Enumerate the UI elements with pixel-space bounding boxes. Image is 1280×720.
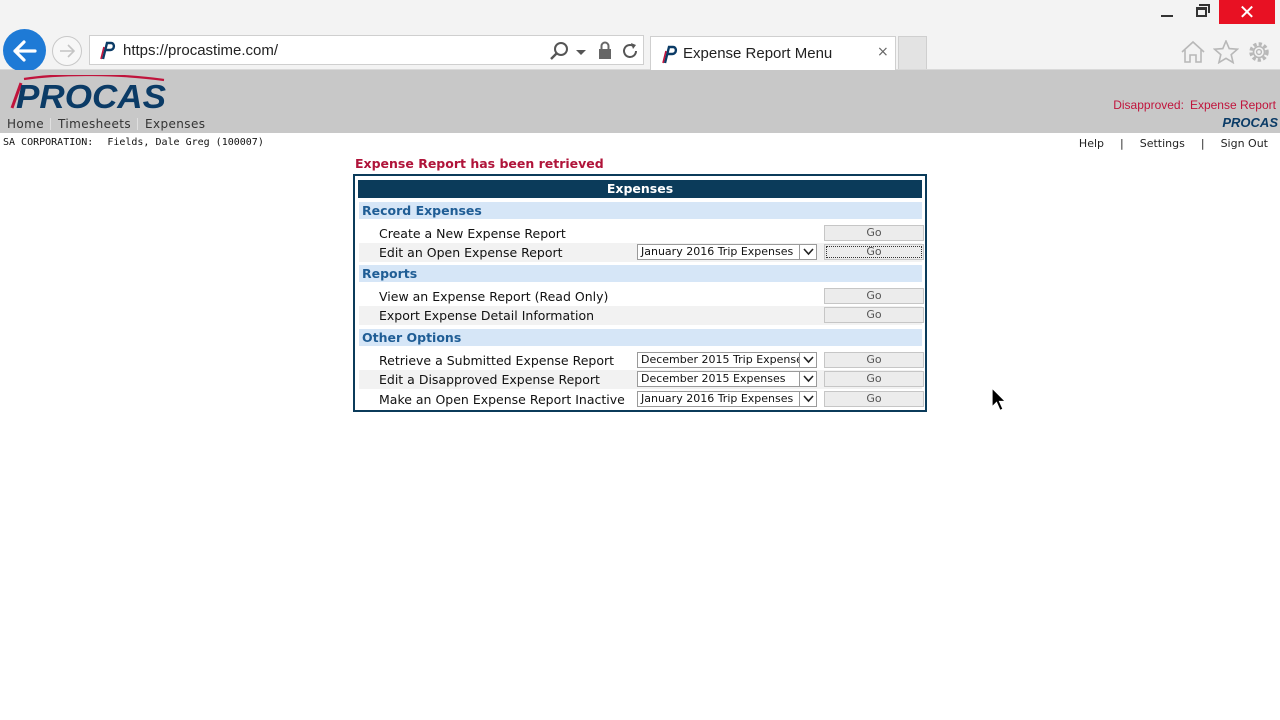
procas-logo-image: PROCAS: [10, 73, 166, 115]
open-report-select[interactable]: January 2016 Trip Expenses: [637, 244, 817, 260]
maximize-button[interactable]: [1185, 0, 1219, 26]
gear-icon: [1249, 42, 1269, 62]
option-row-make-inactive: Make an Open Expense Report Inactive Jan…: [359, 390, 924, 409]
home-button[interactable]: [1179, 38, 1207, 66]
option-label: Edit a Disapproved Expense Report: [379, 372, 600, 387]
top-links: Help | Settings | Sign Out: [1079, 137, 1268, 150]
main-menu: Home Timesheets Expenses: [0, 114, 211, 133]
option-row-create-report: Create a New Expense Report Go: [359, 224, 924, 243]
select-value: January 2016 Trip Expenses: [641, 245, 794, 258]
option-row-edit-open-report: Edit an Open Expense Report January 2016…: [359, 243, 924, 262]
window-close-button[interactable]: ✕: [1219, 0, 1275, 24]
go-button-create-report[interactable]: Go: [824, 225, 924, 241]
option-label: Make an Open Expense Report Inactive: [379, 392, 625, 407]
section-record-expenses: Record Expenses: [359, 202, 922, 219]
settings-link[interactable]: Settings: [1140, 137, 1185, 150]
url-text[interactable]: https://procastime.com/: [123, 42, 278, 59]
forward-button[interactable]: [52, 36, 82, 66]
star-icon: [1213, 40, 1239, 64]
go-button-edit-disapproved[interactable]: Go: [824, 371, 924, 387]
lock-icon[interactable]: [597, 41, 613, 61]
menu-item-expenses[interactable]: Expenses: [138, 117, 211, 131]
status-value: Expense Report: [1189, 98, 1276, 112]
home-icon: [1181, 40, 1205, 63]
menu-item-timesheets[interactable]: Timesheets: [51, 117, 137, 131]
chevron-down-icon[interactable]: [799, 353, 816, 367]
section-other-options: Other Options: [359, 329, 922, 346]
new-tab-button[interactable]: [898, 36, 927, 69]
company-name: SA CORPORATION:: [3, 137, 94, 148]
browser-chrome: ✕ https://procastime.com/ Expense Report…: [0, 0, 1280, 72]
option-label: Create a New Expense Report: [379, 226, 566, 241]
back-button[interactable]: [3, 29, 46, 72]
status-message: Expense Report has been retrieved: [355, 156, 604, 171]
select-value: December 2015 Trip Expenses: [641, 353, 809, 366]
settings-button[interactable]: [1245, 38, 1273, 66]
user-info: SA CORPORATION: Fields, Dale Greg (100007…: [3, 137, 264, 148]
mouse-cursor-icon: [991, 387, 1007, 412]
link-separator: |: [1200, 137, 1205, 150]
go-button-make-inactive[interactable]: Go: [824, 391, 924, 407]
employee-name: Fields, Dale Greg (100007): [107, 137, 264, 148]
submitted-report-select[interactable]: December 2015 Trip Expenses: [637, 352, 817, 368]
dropdown-icon[interactable]: [575, 41, 587, 61]
section-reports: Reports: [359, 265, 922, 282]
option-label: Export Expense Detail Information: [379, 308, 595, 323]
select-value: December 2015 Expenses: [641, 372, 786, 385]
procas-favicon-icon: [662, 45, 678, 64]
option-label: Edit an Open Expense Report: [379, 245, 563, 260]
select-value: January 2016 Trip Expenses: [641, 392, 794, 405]
option-row-export-detail: Export Expense Detail Information Go: [359, 306, 924, 325]
panel-title: Expenses: [358, 180, 922, 198]
option-row-edit-disapproved: Edit a Disapproved Expense Report Decemb…: [359, 370, 924, 389]
search-icon[interactable]: [549, 41, 571, 61]
option-row-view-report: View an Expense Report (Read Only) Go: [359, 287, 924, 306]
tab-title: Expense Report Menu: [683, 45, 833, 62]
help-link[interactable]: Help: [1079, 137, 1104, 150]
go-button-view-report[interactable]: Go: [824, 288, 924, 304]
option-label: Retrieve a Submitted Expense Report: [379, 353, 615, 368]
favorites-button[interactable]: [1212, 38, 1240, 66]
refresh-icon[interactable]: [620, 41, 640, 61]
option-label: View an Expense Report (Read Only): [379, 289, 609, 304]
procas-logo[interactable]: PROCAS: [2, 73, 168, 115]
go-button-retrieve-submitted[interactable]: Go: [824, 352, 924, 368]
report-status: Disapproved: Expense Report: [1113, 98, 1276, 112]
chevron-down-icon[interactable]: [799, 245, 816, 259]
go-button-export-detail[interactable]: Go: [824, 307, 924, 323]
sign-out-link[interactable]: Sign Out: [1221, 137, 1268, 150]
disapproved-report-select[interactable]: December 2015 Expenses: [637, 371, 817, 387]
procas-favicon-icon: [100, 41, 116, 60]
option-row-retrieve-submitted: Retrieve a Submitted Expense Report Dece…: [359, 351, 924, 370]
tab-close-icon[interactable]: ×: [877, 44, 889, 60]
expenses-panel: Expenses Record Expenses Create a New Ex…: [353, 174, 927, 412]
logo-text: PROCAS: [16, 78, 166, 111]
chevron-down-icon[interactable]: [799, 372, 816, 386]
link-separator: |: [1120, 137, 1124, 150]
minimize-button[interactable]: [1150, 0, 1184, 26]
forward-arrow-icon: [60, 44, 75, 58]
chevron-down-icon[interactable]: [799, 392, 816, 406]
address-bar[interactable]: https://procastime.com/: [89, 35, 644, 65]
inactive-report-select[interactable]: January 2016 Trip Expenses: [637, 391, 817, 407]
menu-item-home[interactable]: Home: [0, 117, 50, 131]
back-arrow-icon: [12, 39, 37, 62]
status-label: Disapproved:: [1113, 98, 1184, 112]
procas-small-logo: PROCAS: [1222, 115, 1278, 130]
browser-tab[interactable]: Expense Report Menu ×: [650, 36, 896, 70]
go-button-edit-open-report[interactable]: Go: [824, 244, 924, 260]
